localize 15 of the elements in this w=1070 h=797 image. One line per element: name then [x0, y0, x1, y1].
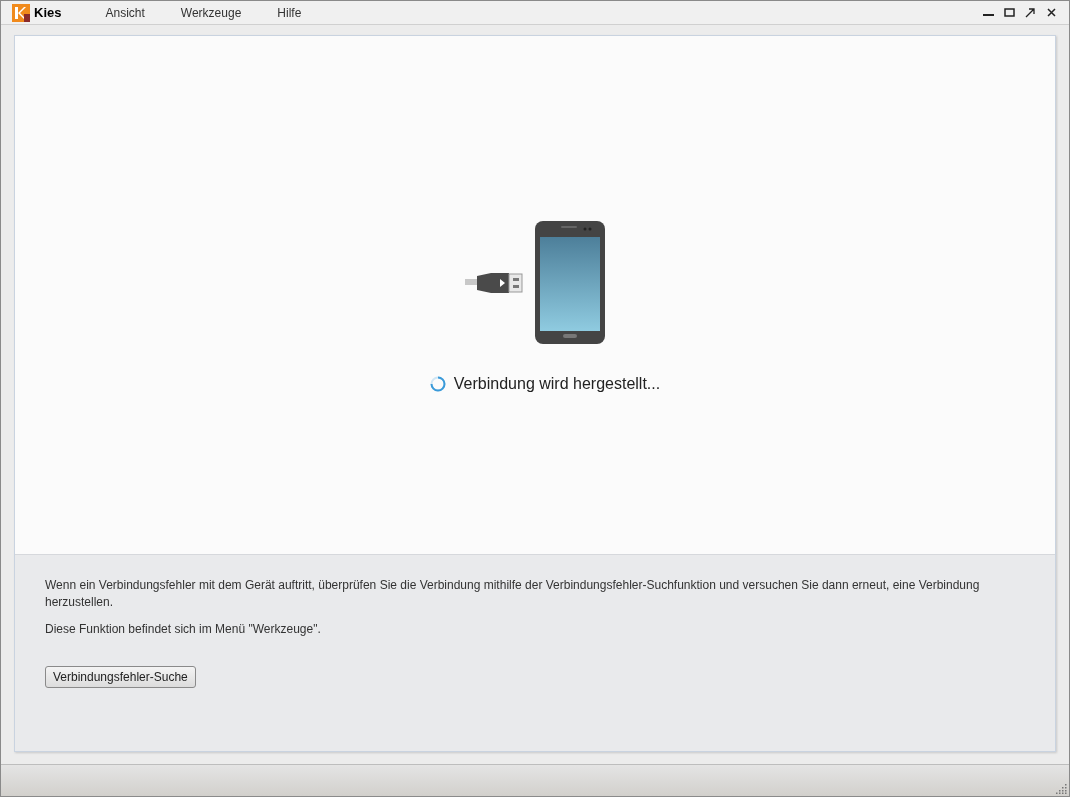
resize-grip-icon[interactable] — [1055, 782, 1067, 794]
app-title: Kies — [34, 3, 62, 22]
help-paragraph: Diese Funktion befindet sich im Menü "Werkzeuge". — [45, 621, 322, 638]
close-icon[interactable] — [1046, 7, 1057, 18]
connecting-status-text: Verbindung wird hergestellt... — [453, 374, 661, 394]
menu-item[interactable]: Werkzeuge — [180, 3, 242, 22]
smartphone-icon — [535, 221, 605, 344]
menu-item[interactable]: Ansicht — [105, 3, 145, 22]
troubleshoot-button[interactable]: Verbindungsfehler-Suche — [45, 666, 196, 688]
menu-item[interactable]: Hilfe — [277, 3, 302, 22]
help-paragraph: Wenn ein Verbindungsfehler mit dem Gerät auftritt, überprüfen Sie die Verbindung mithilfe der Verbindungsfehler-Suchfunktion und versuchen Sie dann erneut, eine Verbindung herzustellen. — [45, 577, 981, 611]
app-logo-icon — [12, 3, 30, 22]
loading-spinner-icon — [429, 376, 446, 392]
diagonal-arrow-icon[interactable] — [1025, 7, 1036, 18]
maximize-icon[interactable] — [1004, 7, 1015, 18]
